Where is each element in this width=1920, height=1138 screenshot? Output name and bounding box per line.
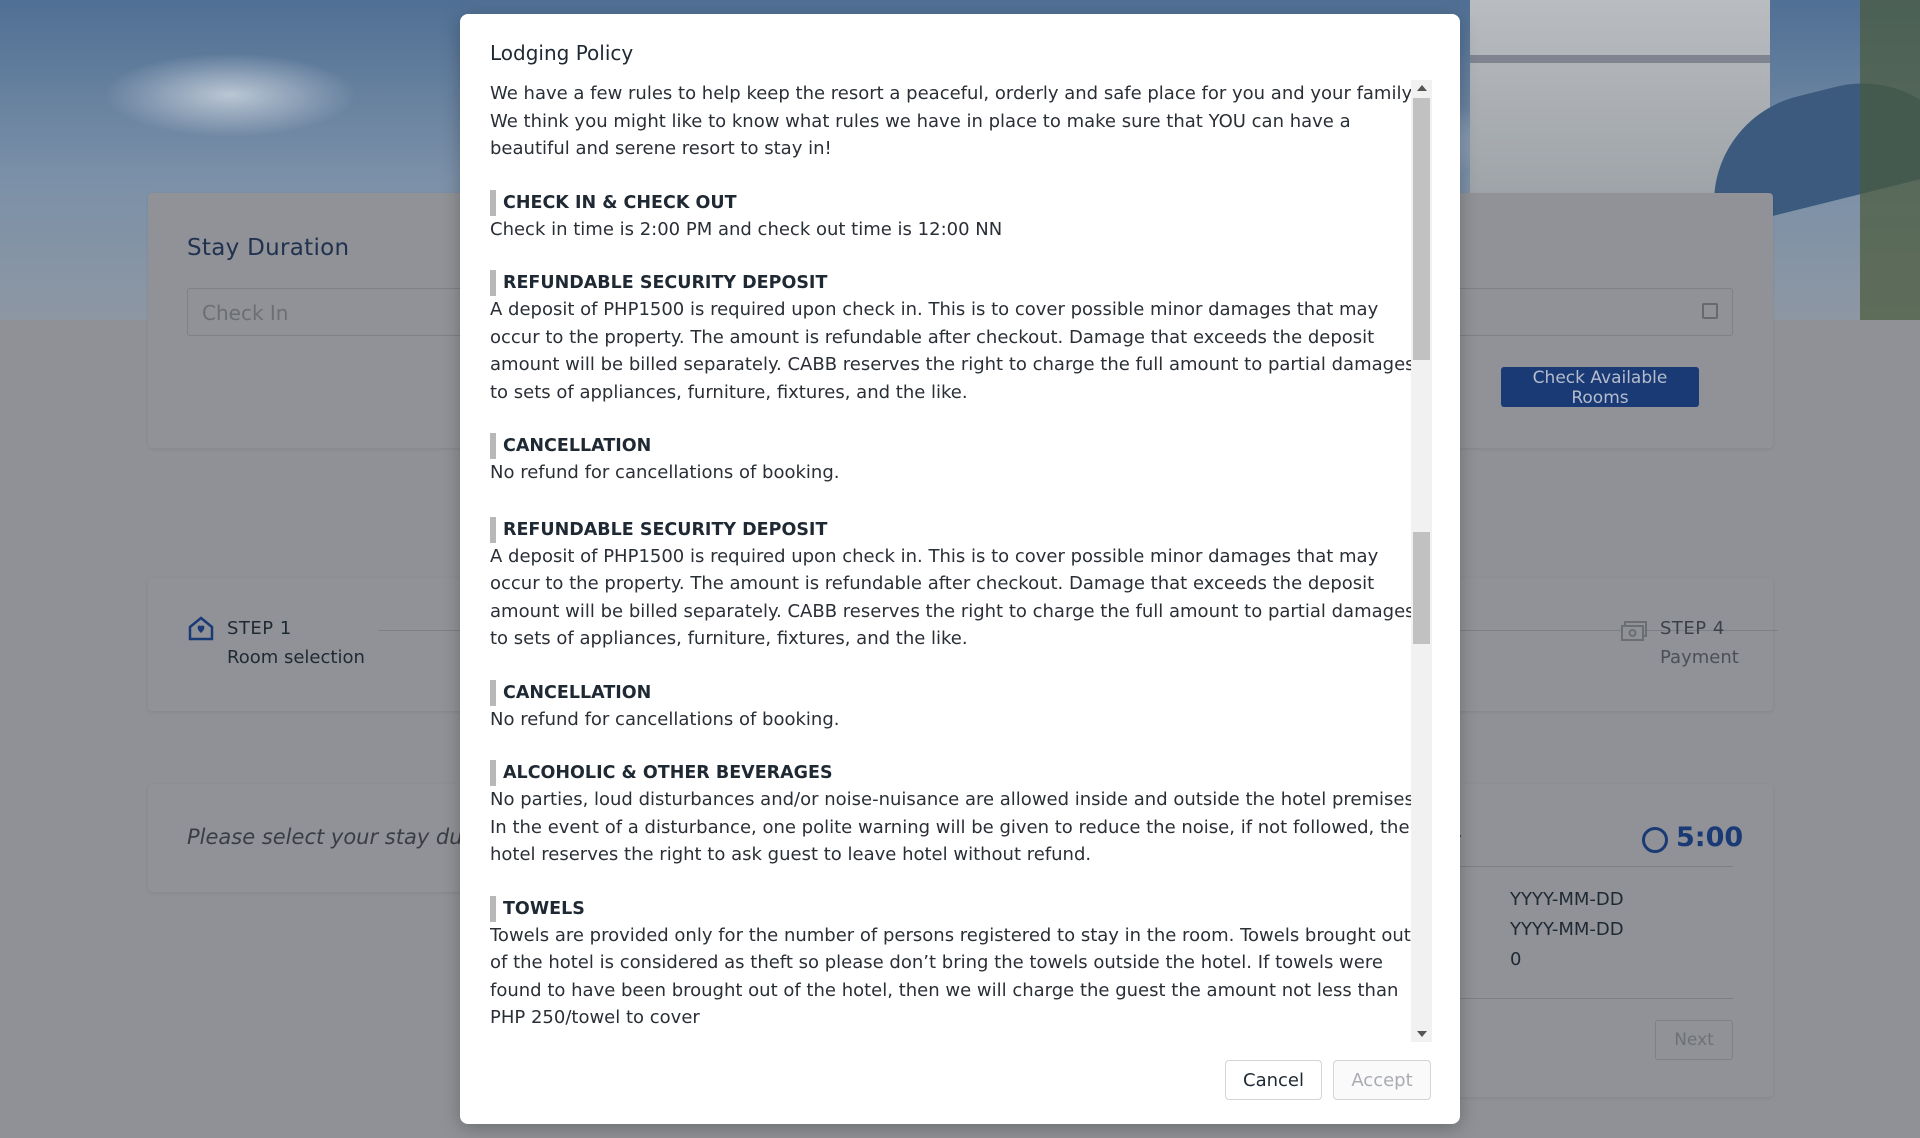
policy-heading: TOWELS	[490, 895, 1430, 922]
summary-check-in-value: YYYY-MM-DD	[1510, 889, 1624, 910]
section-separator	[490, 487, 1430, 517]
summary-divider	[1423, 866, 1733, 867]
policy-text: Towels are provided only for the number …	[490, 924, 1411, 1029]
scroll-up-arrow-icon[interactable]	[1417, 85, 1427, 91]
summary-check-out-value: YYYY-MM-DD	[1510, 919, 1624, 940]
accept-button[interactable]: Accept	[1333, 1060, 1431, 1100]
check-available-rooms-button[interactable]: Check Available Rooms	[1501, 367, 1699, 408]
clock-icon	[1642, 827, 1668, 853]
home-icon	[188, 616, 214, 641]
modal-scrollbar[interactable]	[1411, 80, 1432, 1042]
policy-heading: REFUNDABLE SECURITY DEPOSIT	[490, 270, 1430, 296]
cash-icon	[1621, 621, 1647, 641]
hero-tree	[1860, 0, 1920, 320]
step-1-sub: Room selection	[227, 647, 365, 668]
scrollbar-thumb[interactable]	[1413, 98, 1430, 360]
lodging-policy-modal: Lodging Policy We have a few rules to he…	[460, 14, 1460, 1124]
next-button[interactable]: Next	[1655, 1020, 1733, 1060]
stay-duration-title: Stay Duration	[187, 235, 350, 261]
policy-heading: ALCOHOLIC & OTHER BEVERAGES	[490, 760, 1430, 786]
policy-heading: CANCELLATION	[490, 433, 1430, 459]
policy-text: Check in time is 2:00 PM and check out t…	[490, 218, 1003, 240]
countdown-timer: 5:00	[1676, 822, 1744, 853]
policy-text: No refund for cancellations of booking.	[490, 462, 840, 483]
selection-prompt: Please select your stay durat	[187, 825, 493, 849]
policy-text: No refund for cancellations of booking.	[490, 708, 840, 730]
policy-text: No parties, loud disturbances and/or noi…	[490, 789, 1420, 865]
step-4-label: STEP 4	[1660, 618, 1725, 639]
calendar-icon[interactable]	[1702, 303, 1718, 319]
policy-heading: CANCELLATION	[490, 679, 1430, 706]
cancel-button[interactable]: Cancel	[1225, 1060, 1322, 1100]
summary-divider	[1423, 998, 1733, 999]
scrollbar-thumb-secondary[interactable]	[1413, 532, 1430, 644]
modal-title: Lodging Policy	[490, 41, 634, 65]
policy-heading: CHECK IN & CHECK OUT	[490, 189, 1430, 216]
modal-body[interactable]: We have a few rules to help keep the res…	[490, 80, 1445, 1054]
hero-railing	[1470, 55, 1770, 63]
policy-text: A deposit of PHP1500 is required upon ch…	[490, 299, 1415, 403]
policy-heading: REFUNDABLE SECURITY DEPOSIT	[490, 516, 1430, 543]
step-1-label: STEP 1	[227, 618, 292, 639]
scroll-down-arrow-icon[interactable]	[1417, 1031, 1427, 1037]
policy-text: A deposit of PHP1500 is required upon ch…	[490, 545, 1415, 650]
summary-count-value: 0	[1510, 949, 1522, 970]
policy-intro: We have a few rules to help keep the res…	[490, 83, 1416, 159]
step-4-sub: Payment	[1660, 647, 1739, 668]
